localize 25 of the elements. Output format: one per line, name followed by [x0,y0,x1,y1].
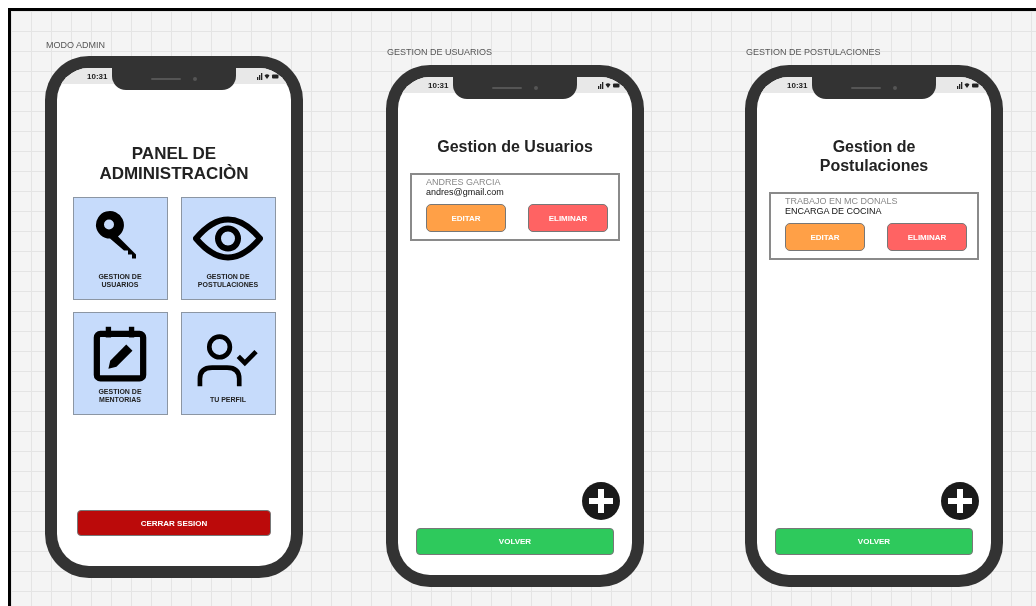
add-icon[interactable] [582,482,620,520]
status-time: 10:31 [787,80,808,90]
back-button[interactable]: VOLVER [775,528,973,555]
back-button[interactable]: VOLVER [416,528,614,555]
signal-wifi-battery-icon [257,72,279,80]
screen-title: Gestion de Usuarios [436,137,594,156]
add-icon[interactable] [941,482,979,520]
screen-caption: MODO ADMIN [46,40,105,50]
card-title: TRABAJO EN MC DONALS [785,196,899,206]
screen-title: Gestion de Postulaciones [818,137,930,175]
card-subtitle: andres@gmail.com [426,187,505,197]
logout-button[interactable]: CERRAR SESION [77,510,271,536]
card-subtitle: ENCARGA DE COCINA [785,206,883,216]
screen-caption: GESTION DE USUARIOS [387,47,493,57]
signal-wifi-battery-icon [598,81,620,89]
delete-button[interactable]: ELIMINAR [887,223,967,251]
edit-button[interactable]: EDITAR [426,204,506,232]
edit-button[interactable]: EDITAR [785,223,865,251]
screen-title: PANEL DE ADMINISTRACIÒN [98,144,250,184]
screen-caption: GESTION DE POSTULACIONES [746,47,881,57]
delete-button[interactable]: ELIMINAR [528,204,608,232]
signal-wifi-battery-icon [957,81,979,89]
status-time: 10:31 [428,80,449,90]
status-time: 10:31 [87,71,108,81]
card-title: ANDRES GARCIA [426,177,502,187]
